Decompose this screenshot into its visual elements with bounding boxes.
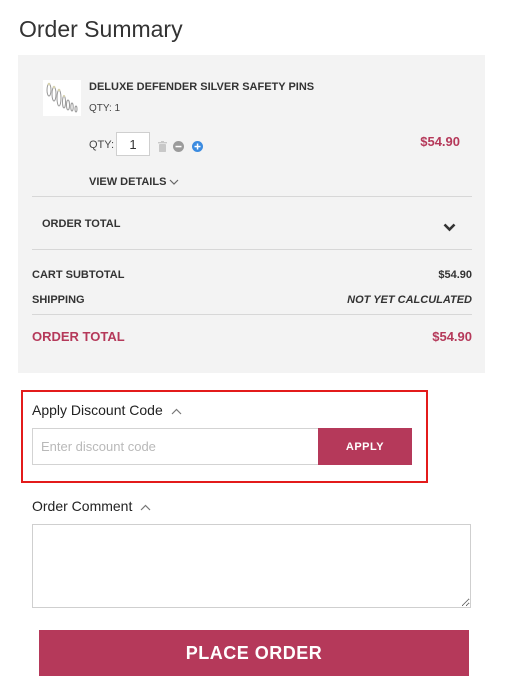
divider (32, 249, 472, 250)
discount-section-toggle[interactable]: Apply Discount Code (32, 402, 182, 418)
divider (32, 314, 472, 315)
discount-code-input[interactable] (32, 428, 319, 465)
cart-subtotal-value: $54.90 (438, 269, 472, 281)
page-title: Order Summary (19, 16, 183, 42)
apply-discount-button[interactable]: APPLY (318, 428, 412, 465)
shipping-value: NOT YET CALCULATED (347, 294, 472, 306)
view-details-label: VIEW DETAILS (89, 176, 167, 188)
decrease-qty-icon[interactable] (173, 139, 184, 152)
order-total-label: ORDER TOTAL (32, 329, 125, 344)
order-total-toggle-label[interactable]: ORDER TOTAL (42, 218, 120, 230)
chevron-up-icon (140, 504, 151, 511)
chevron-down-icon[interactable] (443, 219, 456, 237)
qty-label: QTY: (89, 139, 115, 151)
order-comment-field[interactable] (32, 524, 471, 608)
increase-qty-icon[interactable] (192, 139, 203, 152)
order-comment-title: Order Comment (32, 498, 133, 514)
view-details-toggle[interactable]: VIEW DETAILS (89, 176, 179, 188)
product-qty-summary: QTY: 1 (89, 103, 121, 114)
chevron-down-icon (169, 179, 179, 185)
product-thumbnail[interactable] (43, 80, 81, 116)
cart-subtotal-label: CART SUBTOTAL (32, 269, 125, 281)
shipping-label: SHIPPING (32, 294, 85, 306)
trash-icon[interactable] (157, 139, 168, 152)
discount-title: Apply Discount Code (32, 402, 163, 418)
safety-pins-image-icon (46, 82, 78, 113)
quantity-input[interactable] (116, 132, 150, 156)
product-name[interactable]: DELUXE DEFENDER SILVER SAFETY PINS (89, 81, 314, 93)
divider (32, 196, 472, 197)
place-order-button[interactable]: PLACE ORDER (39, 630, 469, 676)
order-total-value: $54.90 (432, 329, 472, 344)
chevron-up-icon (171, 408, 182, 415)
line-item-price: $54.90 (420, 134, 460, 149)
order-comment-toggle[interactable]: Order Comment (32, 498, 151, 514)
